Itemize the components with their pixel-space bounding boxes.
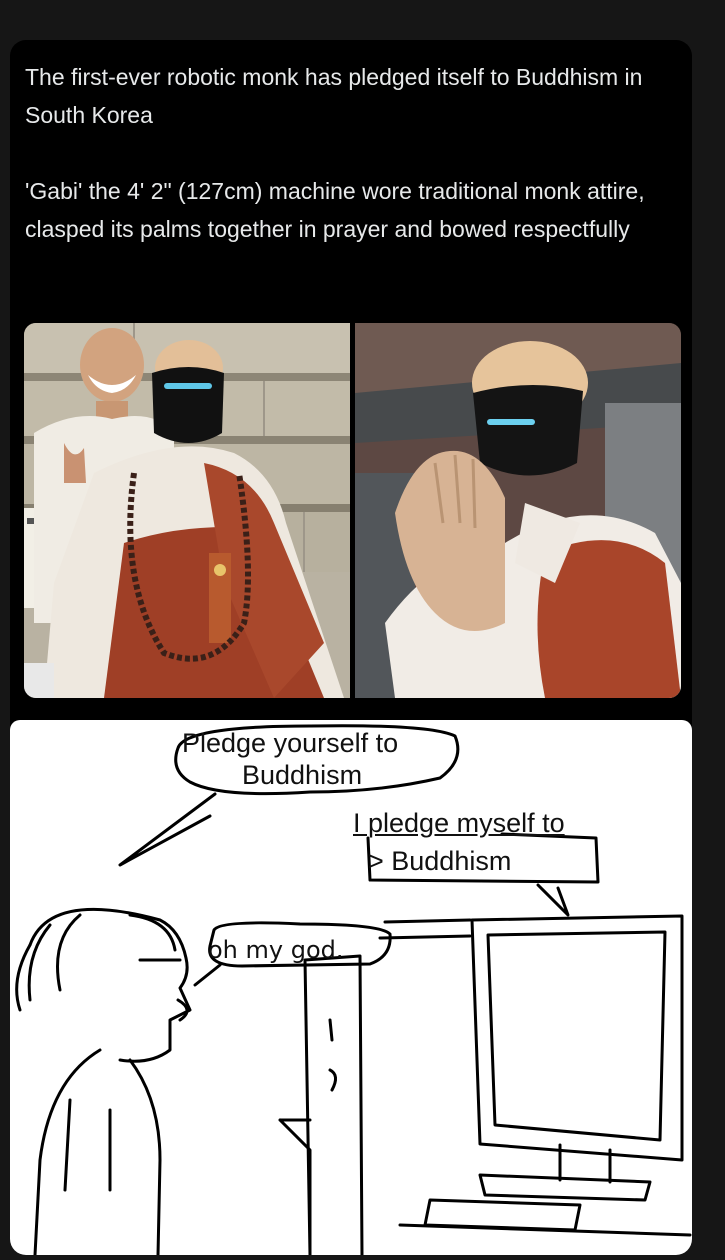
comic-panel[interactable]: Pledge yourself to Buddhism I pledge mys… — [10, 720, 692, 1255]
post-paragraph-2: 'Gabi' the 4' 2" (127cm) machine wore tr… — [25, 178, 645, 242]
reply-line2: > Buddhism — [368, 846, 512, 876]
photo-robot-praying-illustration — [355, 323, 681, 698]
speech-pledge-line2: Buddhism — [242, 760, 363, 790]
post-card: The first-ever robotic monk has pledged … — [10, 40, 692, 1255]
photo-monk-and-robot[interactable] — [24, 323, 350, 698]
reaction-text: oh my god. — [208, 936, 344, 964]
reply-line1: I pledge myself to — [353, 808, 565, 838]
comic-drawing — [15, 724, 692, 1255]
post-paragraph-1: The first-ever robotic monk has pledged … — [25, 64, 643, 128]
photo-robot-praying[interactable] — [355, 323, 681, 698]
post-text: The first-ever robotic monk has pledged … — [25, 58, 685, 248]
photo-monk-and-robot-illustration — [24, 323, 350, 698]
speech-pledge-line1: Pledge yourself to — [182, 728, 399, 758]
